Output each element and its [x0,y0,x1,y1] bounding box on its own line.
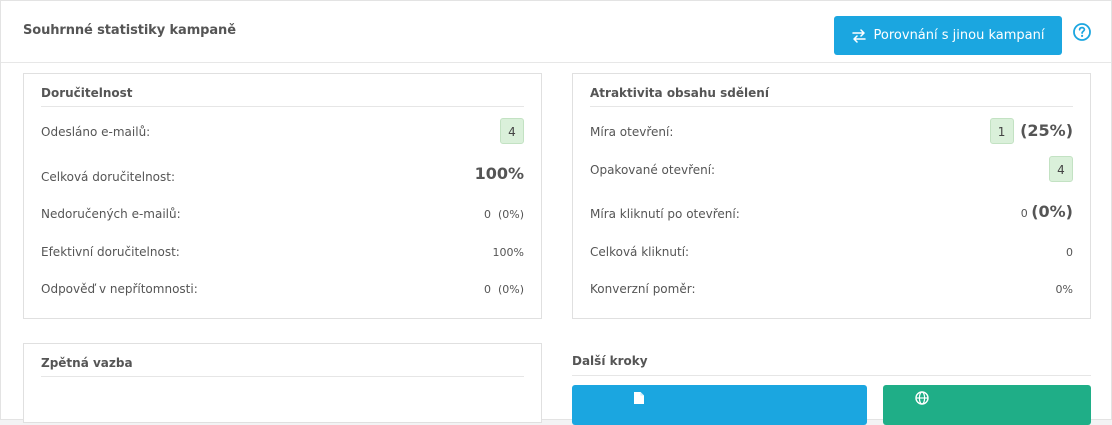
effective-deliverability-label: Efektivní doručitelnost: [41,245,180,259]
repeat-opens-value: 4 [1049,156,1073,182]
deliverability-panel: Doručitelnost Odesláno e-mailů: 4 Celkov… [23,73,542,319]
deliverability-title: Doručitelnost [41,86,133,100]
globe-icon [915,391,929,409]
next-steps-title: Další kroky [572,354,648,368]
question-circle-icon[interactable] [1072,22,1092,42]
page-title: Souhrnné statistiky kampaně [23,23,236,38]
out-of-office-value: 0 (0%) [484,283,524,296]
sent-emails-value: 4 [500,118,524,144]
sent-emails-label: Odesláno e-mailů: [41,125,151,139]
next-step-report-button[interactable] [572,385,867,425]
effective-deliverability-value: 100% [492,246,524,259]
divider [41,376,524,377]
divider [590,106,1073,107]
conversion-rate-value: 0% [1055,283,1073,296]
undelivered-count: 0 [483,208,491,221]
document-icon [633,391,645,409]
feedback-title: Zpětná vazba [41,356,133,370]
open-rate-value: 1 (25%) [989,118,1073,144]
open-rate-percent: (25%) [1020,121,1073,140]
content-attractiveness-title: Atraktivita obsahu sdělení [590,86,769,100]
card-header: Souhrnné statistiky kampaně Porovnání s … [1,1,1111,63]
swap-arrows-icon [851,28,866,43]
undelivered-emails-value: 0 (0%) [484,208,524,221]
divider [572,375,1091,376]
total-clicks-value: 0 [1066,246,1073,259]
campaign-summary-card: Souhrnné statistiky kampaně Porovnání s … [0,0,1112,425]
open-rate-label: Míra otevření: [590,125,674,139]
repeat-opens-badge: 4 [1049,156,1073,182]
out-of-office-label: Odpověď v nepřítomnosti: [41,282,198,296]
click-to-open-percent: (0%) [1031,202,1073,221]
compare-campaign-button[interactable]: Porovnání s jinou kampaní [834,16,1062,55]
out-of-office-count: 0 [483,283,491,296]
undelivered-emails-label: Nedoručených e-mailů: [41,207,181,221]
content-attractiveness-panel: Atraktivita obsahu sdělení Míra otevření… [572,73,1091,319]
divider [41,106,524,107]
open-rate-badge: 1 [989,118,1014,144]
click-to-open-count: 0 [1020,207,1028,220]
click-to-open-value: 0 (0%) [1021,202,1073,221]
total-deliverability-value: 100% [474,164,524,183]
next-step-web-button[interactable] [883,385,1091,425]
sent-emails-badge: 4 [500,118,524,144]
feedback-panel: Zpětná vazba [23,343,542,423]
out-of-office-percent: (0%) [497,283,524,296]
total-deliverability-label: Celková doručitelnost: [41,170,176,184]
conversion-rate-label: Konverzní poměr: [590,282,696,296]
repeat-opens-label: Opakované otevření: [590,163,716,177]
click-to-open-label: Míra kliknutí po otevření: [590,207,740,221]
total-clicks-label: Celková kliknutí: [590,245,690,259]
compare-campaign-label: Porovnání s jinou kampaní [873,28,1045,43]
undelivered-percent: (0%) [497,208,524,221]
